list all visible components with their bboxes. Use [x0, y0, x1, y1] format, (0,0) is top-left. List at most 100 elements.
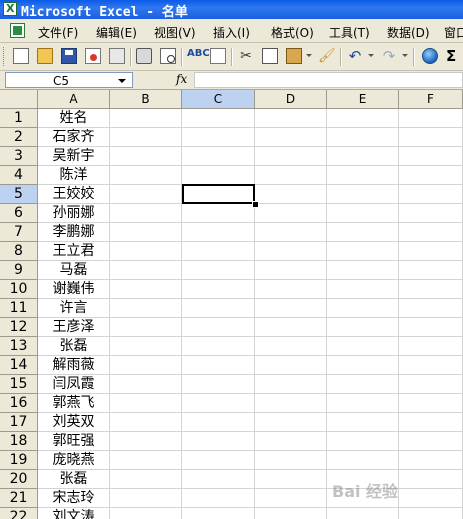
email-icon[interactable] — [109, 48, 125, 64]
cell-c7[interactable] — [182, 223, 255, 242]
row-header[interactable]: 17 — [0, 413, 38, 432]
autosum-icon[interactable]: Σ — [446, 48, 462, 64]
cell-e1[interactable] — [327, 109, 399, 128]
paste-icon[interactable] — [286, 48, 302, 64]
copy-icon[interactable] — [262, 48, 278, 64]
cell-c12[interactable] — [182, 318, 255, 337]
redo-dropdown-arrow[interactable] — [402, 54, 408, 57]
cell-e16[interactable] — [327, 394, 399, 413]
cell-a19[interactable]: 庞晓燕 — [38, 451, 110, 470]
cell-a10[interactable]: 谢巍伟 — [38, 280, 110, 299]
cell-e6[interactable] — [327, 204, 399, 223]
cell-d1[interactable] — [255, 109, 327, 128]
cell-e9[interactable] — [327, 261, 399, 280]
cell-b15[interactable] — [110, 375, 182, 394]
cell-f6[interactable] — [399, 204, 463, 223]
cell-c15[interactable] — [182, 375, 255, 394]
row-header[interactable]: 4 — [0, 166, 38, 185]
cell-e4[interactable] — [327, 166, 399, 185]
cell-a8[interactable]: 王立君 — [38, 242, 110, 261]
cell-f7[interactable] — [399, 223, 463, 242]
cell-a5[interactable]: 王姣姣 — [38, 185, 110, 204]
workbook-icon[interactable] — [10, 23, 25, 38]
cell-b13[interactable] — [110, 337, 182, 356]
cell-d12[interactable] — [255, 318, 327, 337]
row-header[interactable]: 1 — [0, 109, 38, 128]
cell-e15[interactable] — [327, 375, 399, 394]
cell-f13[interactable] — [399, 337, 463, 356]
row-header[interactable]: 22 — [0, 508, 38, 519]
cell-b21[interactable] — [110, 489, 182, 508]
cell-b6[interactable] — [110, 204, 182, 223]
menu-format[interactable]: 格式(O) — [271, 24, 314, 41]
cell-a15[interactable]: 闫凤霞 — [38, 375, 110, 394]
row-header[interactable]: 14 — [0, 356, 38, 375]
cell-c6[interactable] — [182, 204, 255, 223]
cell-a18[interactable]: 郭旺强 — [38, 432, 110, 451]
print-icon[interactable] — [136, 48, 152, 64]
toolbar-grip[interactable] — [3, 47, 7, 66]
format-painter-icon[interactable]: 🖌 — [318, 48, 336, 64]
cell-a2[interactable]: 石家齐 — [38, 128, 110, 147]
cell-f18[interactable] — [399, 432, 463, 451]
cell-d10[interactable] — [255, 280, 327, 299]
cell-a4[interactable]: 陈洋 — [38, 166, 110, 185]
menu-edit[interactable]: 编辑(E) — [96, 24, 137, 41]
cell-d7[interactable] — [255, 223, 327, 242]
row-header[interactable]: 7 — [0, 223, 38, 242]
cell-e2[interactable] — [327, 128, 399, 147]
undo-icon[interactable]: ↶ — [347, 48, 363, 64]
cell-a9[interactable]: 马磊 — [38, 261, 110, 280]
cell-a13[interactable]: 张磊 — [38, 337, 110, 356]
cell-e11[interactable] — [327, 299, 399, 318]
new-icon[interactable] — [13, 48, 29, 64]
row-header[interactable]: 16 — [0, 394, 38, 413]
menu-view[interactable]: 视图(V) — [154, 24, 196, 41]
cell-f16[interactable] — [399, 394, 463, 413]
cell-b2[interactable] — [110, 128, 182, 147]
cell-d5[interactable] — [255, 185, 327, 204]
cell-b5[interactable] — [110, 185, 182, 204]
cell-b10[interactable] — [110, 280, 182, 299]
cell-d14[interactable] — [255, 356, 327, 375]
worksheet-grid[interactable]: A B C D E F 1 姓名 2 石家齐 3 吴新宇 4 陈洋 5 王姣姣 6 孙丽娜 7 李鹏娜 8 王… — [0, 90, 463, 519]
cell-e17[interactable] — [327, 413, 399, 432]
row-header[interactable]: 2 — [0, 128, 38, 147]
chevron-down-icon[interactable] — [118, 79, 126, 83]
cell-a17[interactable]: 刘英双 — [38, 413, 110, 432]
cell-b1[interactable] — [110, 109, 182, 128]
menu-file[interactable]: 文件(F) — [38, 24, 78, 41]
hyperlink-icon[interactable] — [422, 48, 438, 64]
cell-e19[interactable] — [327, 451, 399, 470]
cell-d21[interactable] — [255, 489, 327, 508]
cell-d17[interactable] — [255, 413, 327, 432]
cell-e5[interactable] — [327, 185, 399, 204]
save-icon[interactable] — [61, 48, 77, 64]
cell-d6[interactable] — [255, 204, 327, 223]
cell-a20[interactable]: 张磊 — [38, 470, 110, 489]
cell-f9[interactable] — [399, 261, 463, 280]
cell-e7[interactable] — [327, 223, 399, 242]
undo-dropdown-arrow[interactable] — [368, 54, 374, 57]
select-all-corner[interactable] — [0, 90, 38, 109]
cell-b12[interactable] — [110, 318, 182, 337]
cell-e8[interactable] — [327, 242, 399, 261]
paste-dropdown-arrow[interactable] — [306, 54, 312, 57]
cell-a16[interactable]: 郭燕飞 — [38, 394, 110, 413]
cell-b8[interactable] — [110, 242, 182, 261]
cell-d22[interactable] — [255, 508, 327, 519]
name-box[interactable]: C5 — [5, 72, 133, 88]
row-header[interactable]: 8 — [0, 242, 38, 261]
column-header-f[interactable]: F — [399, 90, 463, 109]
column-header-b[interactable]: B — [110, 90, 182, 109]
cell-d4[interactable] — [255, 166, 327, 185]
cell-c3[interactable] — [182, 147, 255, 166]
cell-f11[interactable] — [399, 299, 463, 318]
cell-b14[interactable] — [110, 356, 182, 375]
research-icon[interactable] — [210, 48, 226, 64]
cell-f10[interactable] — [399, 280, 463, 299]
print-preview-icon[interactable] — [160, 48, 176, 64]
cell-c14[interactable] — [182, 356, 255, 375]
row-header[interactable]: 5 — [0, 185, 38, 204]
cell-a6[interactable]: 孙丽娜 — [38, 204, 110, 223]
